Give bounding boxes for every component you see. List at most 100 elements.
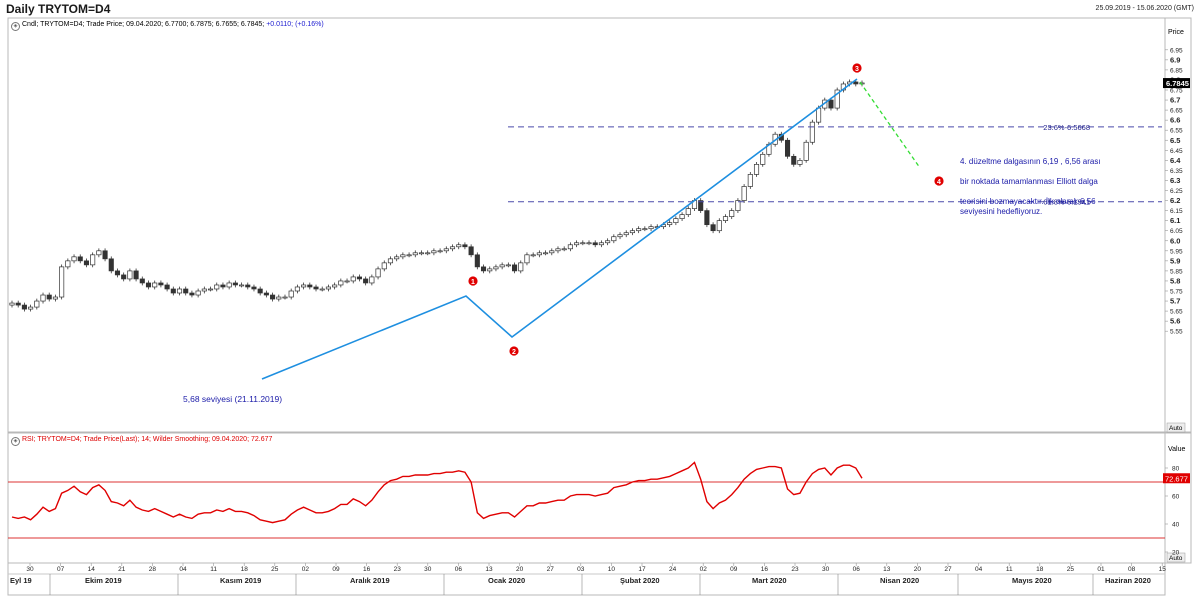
candle-body	[381, 262, 387, 270]
time-tick-label: 24	[669, 566, 677, 573]
candle-body	[412, 252, 418, 256]
wave-1-label: 1	[471, 279, 475, 286]
candle-body	[828, 99, 834, 109]
time-tick-label: 13	[883, 566, 891, 573]
candle-body	[232, 282, 238, 286]
candle-body	[567, 244, 573, 250]
rsi-tick-label: 40	[1172, 522, 1180, 529]
candle-body	[598, 242, 604, 246]
candle-body	[443, 248, 449, 252]
time-tick-label: 04	[975, 566, 983, 573]
candle-body	[21, 304, 27, 310]
candle-body	[139, 278, 145, 284]
price-tick-label: 6.7	[1170, 96, 1180, 105]
price-tick-label: 5.75	[1170, 289, 1183, 296]
candle-body	[176, 288, 183, 294]
comment-line-3: teorisini bozmayacaktır. İlk olarak 6,56	[960, 197, 1096, 206]
candle-body	[809, 121, 815, 143]
price-auto-button[interactable]: Auto	[1166, 422, 1186, 433]
candle-body	[189, 292, 195, 296]
candle-body	[96, 250, 102, 256]
time-tick-label: 21	[118, 566, 126, 573]
candle-body	[387, 258, 394, 264]
time-tick-label: 02	[302, 566, 310, 573]
price-tick-label: 5.7	[1170, 297, 1180, 306]
time-tick-label: 16	[363, 566, 371, 573]
candle-body	[102, 250, 108, 260]
price-tick-label: 6.75	[1170, 88, 1183, 95]
price-tick-label: 6.9	[1170, 55, 1180, 64]
price-tick-label: 6.2	[1170, 196, 1180, 205]
comment-line-1: 4. düzeltme dalgasının 6,19 , 6,56 arası	[960, 157, 1101, 166]
price-tick-label: 5.8	[1170, 276, 1180, 285]
price-legend: ◈ Cndl; TRYTOM=D4; Trade Price; 09.04.202…	[11, 21, 324, 31]
price-panel-frame	[7, 17, 1166, 433]
candle-body	[28, 306, 34, 310]
rsi-last-label: 72.677	[1165, 474, 1188, 483]
candle-body	[251, 286, 257, 290]
candle-body	[642, 228, 648, 231]
candle-body	[816, 107, 822, 123]
candle-body	[145, 282, 152, 288]
month-label: Ocak 2020	[488, 576, 525, 585]
time-tick-label: 27	[547, 566, 555, 573]
time-tick-label: 16	[761, 566, 769, 573]
comment-line-2: bir noktada tamamlanması Elliott dalga	[960, 177, 1098, 186]
candle-body	[679, 214, 685, 219]
time-tick-label: 10	[608, 566, 616, 573]
candle-settings-icon[interactable]: ◈	[11, 22, 20, 31]
month-label: Eyl 19	[10, 576, 32, 585]
candle-body	[214, 284, 220, 290]
candle-body	[803, 141, 809, 161]
candle-body	[127, 270, 133, 280]
candle-body	[34, 300, 40, 308]
time-tick-label: 07	[57, 566, 65, 573]
time-tick-label: 01	[1097, 566, 1105, 573]
candle-body	[46, 294, 52, 300]
candle-body	[797, 160, 803, 165]
candle-body	[487, 268, 493, 272]
candle-body	[543, 252, 549, 255]
price-tick-label: 5.55	[1170, 329, 1183, 336]
candle-body	[791, 155, 797, 165]
candle-body	[375, 268, 381, 278]
candle-body	[716, 220, 722, 232]
candle-body	[747, 174, 753, 187]
candle-body	[853, 81, 859, 85]
candle-body	[90, 254, 96, 266]
candle-body	[437, 250, 443, 253]
time-tick-label: 11	[1006, 566, 1013, 573]
price-tick-label: 6.5	[1170, 136, 1180, 145]
price-auto-label: Auto	[1169, 425, 1183, 432]
candle-body	[741, 186, 747, 201]
price-legend-change: +0.0110; (+0.16%)	[266, 21, 324, 28]
candle-body	[158, 282, 164, 286]
time-tick-label: 13	[485, 566, 493, 573]
candle-body	[114, 270, 121, 276]
rsi-settings-icon[interactable]: ◈	[11, 437, 20, 446]
price-axis-title: Price	[1168, 29, 1184, 36]
rsi-legend-text: RSI; TRYTOM=D4; Trade Price(Last); 14; W…	[22, 436, 273, 443]
candle-body	[555, 248, 561, 252]
price-tick-label: 6.3	[1170, 176, 1180, 185]
fib-236-label: 23.6%-6.5668	[1043, 123, 1090, 132]
candle-body	[406, 254, 412, 257]
wave-3-label: 3	[855, 66, 859, 73]
candle-body	[400, 254, 406, 258]
month-label: Ekim 2019	[85, 576, 122, 585]
candle-body	[257, 288, 263, 294]
time-tick-label: 30	[822, 566, 830, 573]
chart-canvas[interactable]: Price Value Auto Auto 6.956.96.856.86.75…	[0, 0, 1200, 597]
candle-body	[474, 254, 480, 268]
price-tick-label: 6.4	[1170, 156, 1181, 165]
time-tick-label: 20	[914, 566, 922, 573]
time-tick-label: 17	[638, 566, 646, 573]
candle-body	[319, 288, 325, 291]
price-tick-label: 6.6	[1170, 116, 1180, 125]
candle-body	[605, 240, 611, 244]
candle-body	[207, 288, 214, 291]
price-tick-label: 6.85	[1170, 67, 1183, 74]
candle-body	[431, 250, 437, 254]
price-tick-label: 5.85	[1170, 268, 1183, 275]
candle-body	[83, 260, 90, 266]
